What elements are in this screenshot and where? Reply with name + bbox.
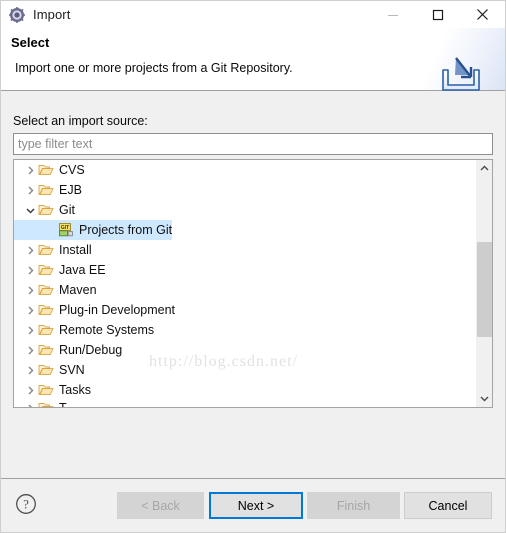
eclipse-gear-icon bbox=[9, 6, 25, 23]
tree-item-remote-systems[interactable]: Remote Systems bbox=[14, 320, 475, 340]
tree-item-label: T bbox=[59, 398, 67, 407]
minimize-button[interactable] bbox=[370, 1, 415, 28]
tree-item-tasks[interactable]: Tasks bbox=[14, 380, 475, 400]
tree-item-label: SVN bbox=[59, 363, 85, 377]
tree-item-label: Git bbox=[59, 203, 75, 217]
chevron-right-icon[interactable] bbox=[22, 300, 38, 320]
tree-item-projects-from-git[interactable]: GIT Projects from Git bbox=[14, 220, 475, 240]
folder-icon bbox=[38, 262, 54, 278]
maximize-button[interactable] bbox=[415, 1, 460, 28]
import-arrow-icon bbox=[431, 56, 487, 96]
import-source-tree[interactable]: CVS EJB Git GIT Projects from Git Install Java… bbox=[13, 159, 493, 408]
folder-icon bbox=[38, 182, 54, 198]
chevron-right-icon[interactable] bbox=[22, 320, 38, 340]
chevron-right-icon[interactable] bbox=[22, 380, 38, 400]
dialog-body: Select an import source: CVS EJB Git GIT Pro… bbox=[1, 91, 505, 478]
tree-item-label: Run/Debug bbox=[59, 343, 123, 357]
next-button[interactable]: Next > bbox=[209, 492, 303, 519]
title-bar: Import bbox=[1, 1, 505, 28]
tree-item-label: CVS bbox=[59, 163, 85, 177]
folder-icon bbox=[38, 242, 54, 258]
chevron-right-icon[interactable] bbox=[22, 398, 38, 407]
svg-text:?: ? bbox=[23, 498, 29, 512]
page-title: Select bbox=[11, 35, 50, 50]
folder-icon bbox=[38, 282, 54, 298]
page-description: Import one or more projects from a Git R… bbox=[15, 61, 293, 75]
tree-item-label: Java EE bbox=[59, 263, 106, 277]
tree-item-partial[interactable]: T bbox=[14, 398, 475, 407]
chevron-right-icon[interactable] bbox=[22, 160, 38, 180]
git-icon: GIT bbox=[58, 222, 74, 238]
folder-icon bbox=[38, 362, 54, 378]
scrollbar-thumb[interactable] bbox=[477, 242, 492, 337]
tree-item-label: Install bbox=[59, 243, 92, 257]
folder-icon bbox=[38, 162, 54, 178]
chevron-right-icon[interactable] bbox=[22, 360, 38, 380]
folder-icon bbox=[38, 342, 54, 358]
tree-item-label: Maven bbox=[59, 283, 97, 297]
help-question-icon[interactable]: ? bbox=[15, 493, 37, 515]
folder-icon bbox=[38, 382, 54, 398]
dialog-footer: ? < Back Next > Finish Cancel bbox=[1, 478, 505, 532]
chevron-up-icon[interactable] bbox=[476, 160, 492, 177]
tree-item-run-debug[interactable]: Run/Debug bbox=[14, 340, 475, 360]
tree-item-ejb[interactable]: EJB bbox=[14, 180, 475, 200]
finish-button: Finish bbox=[307, 492, 400, 519]
tree-item-maven[interactable]: Maven bbox=[14, 280, 475, 300]
tree-item-svn[interactable]: SVN bbox=[14, 360, 475, 380]
tree-item-java-ee[interactable]: Java EE bbox=[14, 260, 475, 280]
chevron-right-icon[interactable] bbox=[22, 180, 38, 200]
tree-item-label: Projects from Git bbox=[79, 223, 173, 237]
folder-icon bbox=[38, 322, 54, 338]
import-source-label: Select an import source: bbox=[13, 114, 148, 128]
tree-rows: CVS EJB Git GIT Projects from Git Install Java… bbox=[14, 160, 475, 400]
chevron-right-icon[interactable] bbox=[22, 280, 38, 300]
import-dialog: Import Select Import one or more project… bbox=[0, 0, 506, 533]
tree-item-label: EJB bbox=[59, 183, 82, 197]
window-title: Import bbox=[33, 7, 71, 22]
folder-icon bbox=[38, 400, 54, 407]
folder-icon bbox=[38, 302, 54, 318]
tree-vertical-scrollbar[interactable] bbox=[475, 160, 492, 407]
chevron-right-icon[interactable] bbox=[22, 260, 38, 280]
close-button[interactable] bbox=[460, 1, 505, 28]
chevron-right-icon[interactable] bbox=[22, 240, 38, 260]
tree-item-plug-in-development[interactable]: Plug-in Development bbox=[14, 300, 475, 320]
tree-item-label: Remote Systems bbox=[59, 323, 155, 337]
folder-icon bbox=[38, 202, 54, 218]
chevron-down-icon[interactable] bbox=[22, 200, 38, 220]
wizard-header: Select Import one or more projects from … bbox=[1, 28, 505, 91]
tree-item-git[interactable]: Git bbox=[14, 200, 475, 220]
tree-scroll-area: CVS EJB Git GIT Projects from Git Install Java… bbox=[14, 160, 475, 407]
tree-item-label: Tasks bbox=[59, 383, 91, 397]
back-button: < Back bbox=[117, 492, 204, 519]
svg-text:GIT: GIT bbox=[61, 225, 69, 231]
tree-partial-row[interactable]: T bbox=[14, 398, 475, 407]
cancel-button[interactable]: Cancel bbox=[404, 492, 492, 519]
tree-item-cvs[interactable]: CVS bbox=[14, 160, 475, 180]
chevron-right-icon[interactable] bbox=[22, 340, 38, 360]
tree-item-install[interactable]: Install bbox=[14, 240, 475, 260]
chevron-down-icon[interactable] bbox=[476, 390, 492, 407]
filter-input[interactable] bbox=[13, 133, 493, 155]
window-controls bbox=[370, 1, 505, 28]
tree-item-label: Plug-in Development bbox=[59, 303, 176, 317]
